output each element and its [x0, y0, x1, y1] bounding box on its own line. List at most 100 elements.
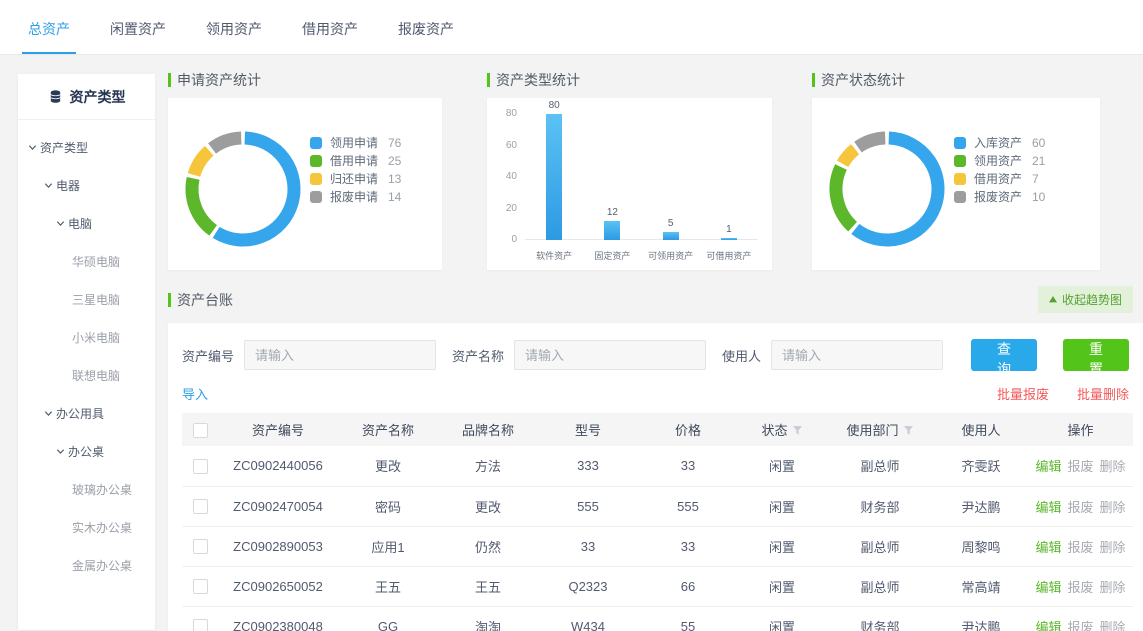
filter-label: 资产名称: [452, 346, 504, 365]
filter-icon[interactable]: [792, 425, 803, 436]
cell-department: 财务部: [826, 486, 934, 526]
reset-button[interactable]: 重置: [1063, 339, 1129, 371]
tree-item[interactable]: 实木办公桌: [18, 508, 155, 546]
row-checkbox[interactable]: [193, 579, 208, 594]
tree-item[interactable]: 金属办公桌: [18, 546, 155, 584]
tree-item[interactable]: 办公用具: [18, 394, 155, 432]
filter-input[interactable]: [771, 340, 943, 370]
legend-color-chip: [310, 137, 322, 149]
legend-color-chip: [954, 173, 966, 185]
tree-item-label: 电器: [56, 177, 80, 194]
legend-label: 借用申请: [330, 152, 388, 169]
cell-department: 财务部: [826, 606, 934, 631]
tab-item[interactable]: 领用资产: [200, 19, 268, 54]
legend-item: 入库资产60: [954, 136, 1045, 149]
delete-link[interactable]: 删除: [1100, 620, 1126, 631]
column-header-label: 价格: [675, 423, 701, 438]
tree-item[interactable]: 华硕电脑: [18, 242, 155, 280]
tree-item[interactable]: 小米电脑: [18, 318, 155, 356]
cell-asset-name: 王五: [338, 566, 438, 606]
column-header: 资产名称: [338, 413, 438, 446]
x-axis-category-label: 可借用资产: [700, 249, 758, 262]
column-header: 操作: [1028, 413, 1133, 446]
column-header-label: 资产名称: [362, 423, 414, 438]
search-button[interactable]: 查询: [971, 339, 1037, 371]
batch-scrap-link[interactable]: 批量报废: [997, 384, 1049, 403]
legend-item: 借用资产7: [954, 172, 1045, 185]
row-checkbox-cell: [182, 566, 218, 606]
edit-link[interactable]: 编辑: [1035, 620, 1061, 631]
scrap-link[interactable]: 报废: [1067, 540, 1093, 555]
tab-item[interactable]: 借用资产: [296, 19, 364, 54]
cell-asset-code: ZC0902380048: [218, 606, 338, 631]
edit-link[interactable]: 编辑: [1035, 500, 1061, 515]
cell-asset-name: GG: [338, 606, 438, 631]
status-stats-chart: 入库资产60领用资产21借用资产7报废资产10: [812, 98, 1100, 270]
batch-delete-link[interactable]: 批量删除: [1077, 384, 1129, 403]
row-checkbox[interactable]: [193, 619, 208, 631]
filter-fields: 资产编号资产名称使用人: [182, 340, 959, 370]
title-accent-bar: [812, 73, 815, 87]
scrap-link[interactable]: 报废: [1067, 500, 1093, 515]
column-header: 价格: [638, 413, 738, 446]
row-checkbox[interactable]: [193, 539, 208, 554]
tab-item[interactable]: 总资产: [22, 19, 76, 54]
column-header-label: 资产编号: [252, 423, 304, 438]
tree-item[interactable]: 资产类型: [18, 128, 155, 166]
cell-asset-code: ZC0902440056: [218, 446, 338, 486]
tree-item[interactable]: 玻璃办公桌: [18, 470, 155, 508]
tree-item[interactable]: 电脑: [18, 204, 155, 242]
legend-label: 领用申请: [330, 134, 388, 151]
tab-item[interactable]: 闲置资产: [104, 19, 172, 54]
cell-status: 闲置: [738, 446, 826, 486]
tree-item-label: 电脑: [68, 215, 92, 232]
apply-stats-chart: 领用申请76借用申请25归还申请13报废申请14: [168, 98, 442, 270]
cell-price: 55: [638, 606, 738, 631]
cell-user: 齐雯跃: [934, 446, 1028, 486]
delete-link[interactable]: 删除: [1100, 459, 1126, 474]
cell-brand-name: 淘淘: [438, 606, 538, 631]
tab-item[interactable]: 报废资产: [392, 19, 460, 54]
filter-input[interactable]: [244, 340, 436, 370]
legend-color-chip: [310, 173, 322, 185]
column-header: 型号: [538, 413, 638, 446]
delete-link[interactable]: 删除: [1100, 580, 1126, 595]
sidebar: 资产类型 资产类型电器电脑华硕电脑三星电脑小米电脑联想电脑办公用具办公桌玻璃办公…: [18, 74, 155, 630]
type-stats-chart: 02040608080软件资产12固定资产5可领用资产1可借用资产: [487, 98, 772, 270]
filter-input[interactable]: [514, 340, 706, 370]
collapse-trend-button[interactable]: 收起趋势图: [1038, 286, 1133, 313]
delete-link[interactable]: 删除: [1100, 540, 1126, 555]
main-content: 申请资产统计 领用申请76借用申请25归还申请13报废申请14 资产类型统计 0…: [168, 55, 1143, 631]
scrap-link[interactable]: 报废: [1067, 459, 1093, 474]
cell-price: 66: [638, 566, 738, 606]
legend-item: 报废申请14: [310, 190, 401, 203]
title-accent-bar: [168, 293, 171, 307]
row-checkbox[interactable]: [193, 499, 208, 514]
legend-color-chip: [954, 137, 966, 149]
legend-item: 报废资产10: [954, 190, 1045, 203]
edit-link[interactable]: 编辑: [1035, 540, 1061, 555]
delete-link[interactable]: 删除: [1100, 500, 1126, 515]
select-all-checkbox[interactable]: [193, 423, 208, 438]
scrap-link[interactable]: 报废: [1067, 620, 1093, 631]
y-axis-tick: 40: [491, 172, 517, 182]
tree-item[interactable]: 办公桌: [18, 432, 155, 470]
tree-item[interactable]: 三星电脑: [18, 280, 155, 318]
tree-item[interactable]: 联想电脑: [18, 356, 155, 394]
row-checkbox[interactable]: [193, 459, 208, 474]
cell-department: 副总师: [826, 446, 934, 486]
edit-link[interactable]: 编辑: [1035, 580, 1061, 595]
cell-model: 333: [538, 446, 638, 486]
panel-title: 申请资产统计: [168, 72, 442, 88]
edit-link[interactable]: 编辑: [1035, 459, 1061, 474]
cell-status: 闲置: [738, 526, 826, 566]
scrap-link[interactable]: 报废: [1067, 580, 1093, 595]
filter-label: 使用人: [722, 346, 761, 365]
import-link[interactable]: 导入: [182, 384, 208, 403]
tree-item-label: 玻璃办公桌: [72, 481, 132, 498]
tree-item[interactable]: 电器: [18, 166, 155, 204]
filter-icon[interactable]: [903, 425, 914, 436]
column-header: 状态: [738, 413, 826, 446]
row-checkbox-cell: [182, 486, 218, 526]
chevron-down-icon: [56, 219, 65, 228]
